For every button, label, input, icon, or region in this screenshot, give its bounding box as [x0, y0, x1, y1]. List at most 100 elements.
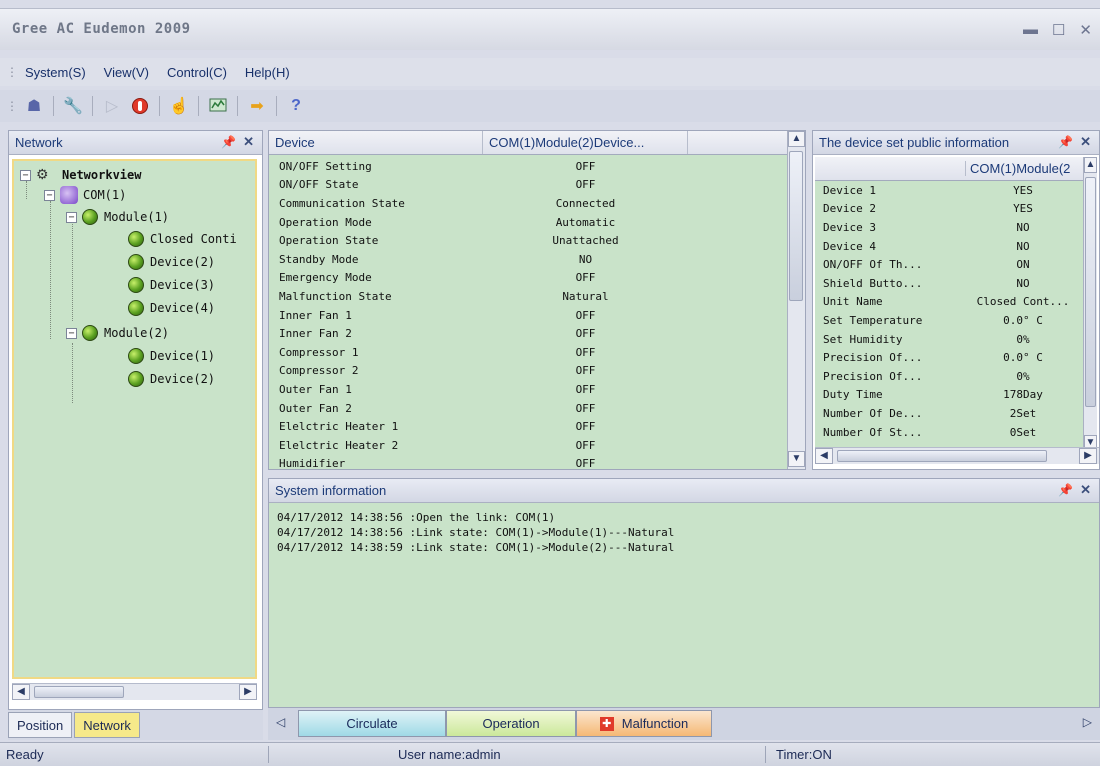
tab-scroll-right-icon[interactable]: ▷: [1083, 715, 1092, 729]
info-row[interactable]: ON/OFF Of Th... ON: [815, 255, 1085, 274]
info-row[interactable]: Number Of De... 2Set: [815, 404, 1085, 423]
hand-icon[interactable]: ☝: [167, 94, 191, 118]
table-row[interactable]: Standby Mode NO: [269, 250, 785, 269]
tab-network[interactable]: Network: [74, 712, 140, 738]
status-ball-icon: [128, 371, 144, 387]
info-column-header: COM(1)Module(2: [815, 157, 1085, 181]
tree-node-networkview[interactable]: − ⚙ Networkview: [20, 165, 141, 185]
tree-node-device[interactable]: Device(4): [128, 298, 215, 318]
info-row[interactable]: Set Humidity 0%: [815, 330, 1085, 349]
menu-view[interactable]: View(V): [95, 65, 158, 80]
tree-node-device[interactable]: Device(2): [128, 252, 215, 272]
info-column-label[interactable]: COM(1)Module(2: [965, 161, 1085, 176]
arrow-icon[interactable]: ➡: [245, 94, 269, 118]
scroll-left-icon[interactable]: ◀: [12, 684, 30, 700]
tab-operation[interactable]: Operation: [446, 710, 576, 737]
table-row[interactable]: Compressor 2 OFF: [269, 362, 785, 381]
status-ball-icon: [128, 300, 144, 316]
tab-circulate[interactable]: Circulate: [298, 710, 446, 737]
info-row[interactable]: Precision Of... 0%: [815, 367, 1085, 386]
tree-node-com[interactable]: − COM(1): [44, 185, 126, 205]
tree-node-module-2[interactable]: − Module(2): [66, 323, 169, 343]
first-aid-icon: ✚: [599, 716, 614, 731]
info-row[interactable]: Device 1 YES: [815, 181, 1085, 200]
scroll-thumb[interactable]: [837, 450, 1047, 462]
tree-node-device[interactable]: Closed Conti: [128, 229, 237, 249]
info-row[interactable]: Precision Of... 0.0° C: [815, 348, 1085, 367]
tab-malfunction[interactable]: ✚ Malfunction: [576, 710, 712, 737]
scroll-thumb[interactable]: [1085, 177, 1096, 407]
maximize-icon[interactable]: ☐: [1052, 21, 1065, 39]
table-row[interactable]: Elelctric Heater 1 OFF: [269, 417, 785, 436]
tree-node-module-1[interactable]: − Module(1): [66, 207, 169, 227]
column-header-device[interactable]: Device: [269, 131, 483, 154]
pin-icon[interactable]: 📌: [1058, 135, 1073, 149]
collapse-icon[interactable]: −: [44, 189, 55, 201]
scroll-thumb[interactable]: [789, 151, 803, 301]
scroll-up-icon[interactable]: ▲: [788, 131, 805, 147]
tree-node-device[interactable]: Device(2): [128, 369, 215, 389]
table-row[interactable]: Operation Mode Automatic: [269, 213, 785, 232]
tree-connector: [72, 221, 73, 321]
device-vertical-scrollbar[interactable]: ▲ ▼: [787, 131, 805, 469]
info-row[interactable]: Device 4 NO: [815, 237, 1085, 256]
table-row[interactable]: Outer Fan 2 OFF: [269, 399, 785, 418]
info-horizontal-scrollbar[interactable]: ◀ ▶: [815, 447, 1099, 464]
scroll-right-icon[interactable]: ▶: [239, 684, 257, 700]
table-row[interactable]: Communication State Connected: [269, 194, 785, 213]
toolbar-separator: [237, 96, 238, 116]
close-icon[interactable]: ✕: [243, 134, 254, 150]
table-row[interactable]: Outer Fan 1 OFF: [269, 380, 785, 399]
menu-system[interactable]: System(S): [16, 65, 95, 80]
scroll-up-icon[interactable]: ▲: [1084, 157, 1097, 173]
close-icon[interactable]: ✕: [1079, 21, 1092, 39]
play-icon[interactable]: ▷: [100, 94, 124, 118]
tab-scroll-left-icon[interactable]: ◁: [276, 715, 285, 729]
info-row[interactable]: Unit Name Closed Cont...: [815, 293, 1085, 312]
info-vertical-scrollbar[interactable]: ▲ ▼: [1083, 157, 1097, 453]
table-row[interactable]: ON/OFF Setting OFF: [269, 157, 785, 176]
minimize-icon[interactable]: ▬: [1023, 21, 1038, 39]
column-header-value[interactable]: COM(1)Module(2)Device...: [483, 131, 688, 154]
scroll-right-icon[interactable]: ▶: [1079, 448, 1097, 464]
help-icon[interactable]: ?: [284, 94, 308, 118]
scroll-thumb[interactable]: [34, 686, 124, 698]
close-icon[interactable]: ✕: [1080, 134, 1091, 150]
stop-icon[interactable]: [128, 94, 152, 118]
device-table-header: Device COM(1)Module(2)Device...: [269, 131, 805, 155]
table-cell-field: Elelctric Heater 2: [279, 438, 399, 452]
table-row[interactable]: Inner Fan 1 OFF: [269, 306, 785, 325]
menu-help[interactable]: Help(H): [236, 65, 299, 80]
collapse-icon[interactable]: −: [66, 327, 77, 339]
info-row[interactable]: Shield Butto... NO: [815, 274, 1085, 293]
tree-horizontal-scrollbar[interactable]: ◀ ▶: [12, 683, 257, 700]
tree-node-device[interactable]: Device(1): [128, 346, 215, 366]
info-row[interactable]: Device 2 YES: [815, 200, 1085, 219]
pin-icon[interactable]: 📌: [221, 135, 236, 149]
close-icon[interactable]: ✕: [1080, 482, 1091, 498]
table-row[interactable]: Inner Fan 2 OFF: [269, 324, 785, 343]
scroll-down-icon[interactable]: ▼: [788, 451, 805, 467]
tab-position[interactable]: Position: [8, 712, 73, 738]
tree-node-device[interactable]: Device(3): [128, 275, 215, 295]
collapse-icon[interactable]: −: [20, 169, 31, 181]
scroll-left-icon[interactable]: ◀: [815, 448, 833, 464]
table-row[interactable]: Humidifier OFF: [269, 455, 785, 474]
collapse-icon[interactable]: −: [66, 211, 77, 223]
menu-control[interactable]: Control(C): [158, 65, 236, 80]
table-row[interactable]: ON/OFF State OFF: [269, 176, 785, 195]
table-row[interactable]: Compressor 1 OFF: [269, 343, 785, 362]
table-row[interactable]: Operation State Unattached: [269, 231, 785, 250]
monitor-icon[interactable]: [206, 94, 230, 118]
info-row[interactable]: Duty Time 178Day: [815, 386, 1085, 405]
pin-icon[interactable]: 📌: [1058, 483, 1073, 497]
table-row[interactable]: Emergency Mode OFF: [269, 269, 785, 288]
table-row[interactable]: Malfunction State Natural: [269, 287, 785, 306]
info-row[interactable]: Set Temperature 0.0° C: [815, 311, 1085, 330]
wrench-icon[interactable]: 🔧: [61, 94, 85, 118]
network-icon[interactable]: ☗: [22, 94, 46, 118]
table-row[interactable]: Elelctric Heater 2 OFF: [269, 436, 785, 455]
info-row[interactable]: Device 3 NO: [815, 218, 1085, 237]
info-row[interactable]: Number Of St... 0Set: [815, 423, 1085, 442]
toolbar-separator: [198, 96, 199, 116]
